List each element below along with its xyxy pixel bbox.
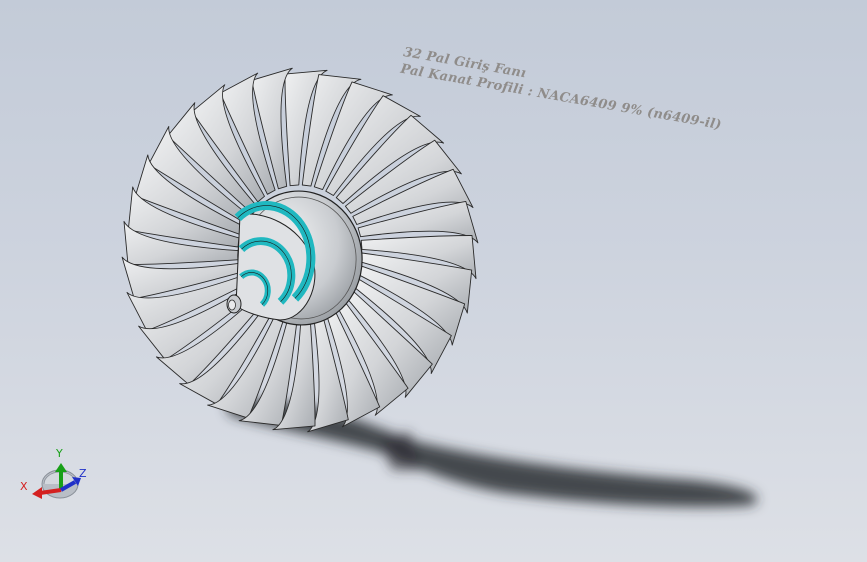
spinner-cone[interactable]	[226, 201, 316, 321]
y-axis-label: Y	[56, 447, 63, 460]
fan-model-view[interactable]	[0, 0, 867, 562]
z-axis-label: Z	[79, 467, 87, 480]
view-orientation-triad[interactable]: X Y Z	[18, 444, 98, 508]
x-axis-label: X	[20, 480, 28, 493]
graphics-viewport[interactable]: 32 Pal Giriş Fanı Pal Kanat Profili : NA…	[0, 0, 867, 562]
